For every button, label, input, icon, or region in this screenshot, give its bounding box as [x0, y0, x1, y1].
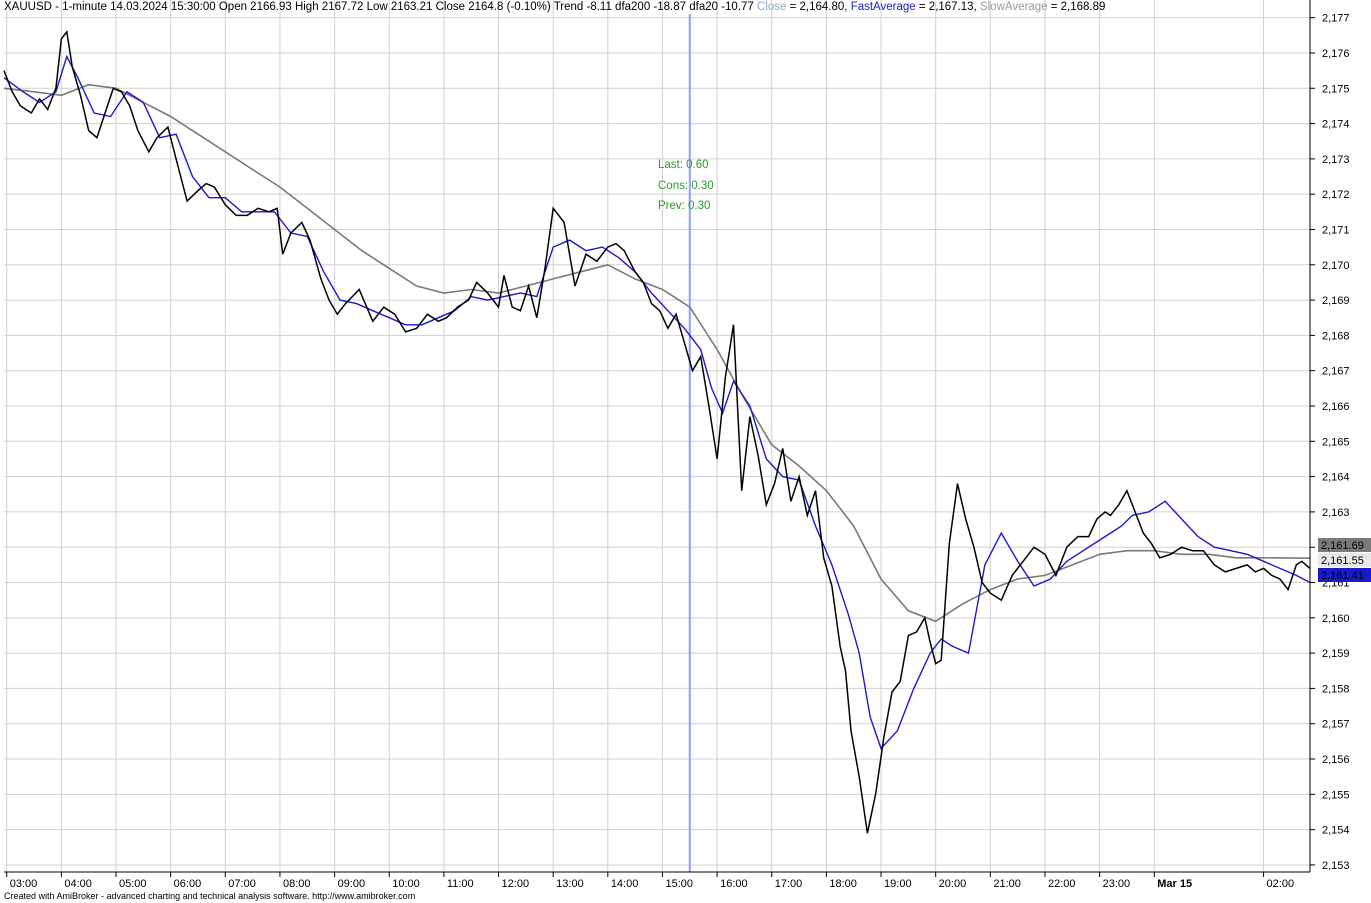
annotation-last: Last: 0.60: [658, 159, 709, 171]
y-tick-label: 2,160: [1322, 613, 1350, 625]
time-axis[interactable]: 03:00 04:00 05:00 06:00 07:00 08:00 09:00 10:00…: [6, 872, 1295, 890]
fast-average-line: [3, 54, 1311, 750]
x-tick-label: 12:00: [502, 878, 530, 890]
plot-frame: [4, 0, 1311, 873]
x-tick-label: 17:00: [775, 878, 803, 890]
x-tick-label: 21:00: [993, 878, 1021, 890]
y-tick-label: 2,174: [1322, 119, 1350, 131]
y-tick-label: 2,166: [1322, 401, 1350, 413]
y-tick-label: 2,175: [1322, 83, 1350, 95]
price-chart[interactable]: 2,177 2,176 2,175 2,174 2,173 2,172 2,171 2,170…: [0, 0, 1371, 903]
x-tick-label: 05:00: [119, 878, 147, 890]
last-value-label: 2,161.41: [1321, 570, 1364, 582]
y-tick-label: 2,155: [1322, 789, 1350, 801]
y-tick-label: 2,170: [1322, 260, 1350, 272]
y-tick-label: 2,156: [1322, 754, 1350, 766]
x-tick-label: 04:00: [64, 878, 92, 890]
x-tick-label: 14:00: [611, 878, 639, 890]
y-tick-label: 2,157: [1322, 719, 1350, 731]
datetime-label: 14.03.2024 15:30:00: [110, 1, 216, 13]
last-value-marker: 2,161.41: [1318, 568, 1371, 582]
x-tick-label: 20:00: [939, 878, 967, 890]
fast-average-value: = 2,167.13,: [915, 1, 980, 13]
x-tick-label: 16:00: [720, 878, 748, 890]
fast-average-legend: FastAverage: [850, 1, 916, 13]
timeframe-label: 1-minute: [62, 1, 107, 13]
x-tick-label: 09:00: [338, 878, 366, 890]
y-tick-label: 2,158: [1322, 683, 1350, 695]
y-tick-label: 2,172: [1322, 189, 1350, 201]
last-value-marker: 2,161.69: [1318, 538, 1371, 552]
price-axis[interactable]: 2,177 2,176 2,175 2,174 2,173 2,172 2,171 2,170…: [1310, 13, 1350, 872]
y-tick-label: 2,171: [1322, 224, 1350, 236]
chart-header: XAUUSD - 1-minute 14.03.2024 15:30:00 Op…: [4, 1, 1105, 13]
x-tick-label: 10:00: [392, 878, 420, 890]
annotation-prev: Prev: 0.30: [658, 200, 711, 212]
slow-average-value: = 2,168.89: [1047, 1, 1106, 13]
slow-average-legend: SlowAverage: [979, 1, 1048, 13]
x-tick-label: 19:00: [884, 878, 912, 890]
x-tick-label: 13:00: [556, 878, 584, 890]
last-value-label: 2,161.55: [1321, 555, 1364, 567]
x-tick-label: 22:00: [1048, 878, 1076, 890]
y-tick-label: 2,163: [1322, 507, 1350, 519]
annotation-cons: Cons: 0.30: [658, 180, 714, 192]
y-tick-label: 2,159: [1322, 648, 1350, 660]
y-tick-label: 2,165: [1322, 436, 1350, 448]
last-value-marker: 2,161.55: [1318, 553, 1371, 567]
y-tick-label: 2,176: [1322, 48, 1350, 60]
y-tick-label: 2,164: [1322, 472, 1350, 484]
x-tick-label: 11:00: [447, 878, 474, 890]
x-tick-label: 23:00: [1103, 878, 1131, 890]
x-tick-label: 03:00: [10, 878, 38, 890]
x-tick-label: Mar 15: [1157, 878, 1192, 890]
close-legend-value: = 2,164.80,: [786, 1, 851, 13]
y-tick-label: 2,154: [1322, 825, 1350, 837]
y-tick-label: 2,169: [1322, 295, 1350, 307]
last-value-label: 2,161.69: [1321, 540, 1364, 552]
x-tick-label: 18:00: [829, 878, 857, 890]
close-price-line: [3, 29, 1311, 834]
x-tick-label: 06:00: [174, 878, 202, 890]
y-tick-label: 2,173: [1322, 154, 1350, 166]
footer-credit: Created with AmiBroker - advanced charti…: [4, 891, 416, 901]
x-tick-label: 15:00: [665, 878, 693, 890]
chart-grid: [4, 0, 1310, 872]
y-tick-label: 2,153: [1322, 860, 1350, 872]
last-value-markers: 2,161.69 2,161.55 2,161.41: [1318, 538, 1371, 582]
y-tick-label: 2,177: [1322, 13, 1350, 25]
x-tick-label: 07:00: [228, 878, 256, 890]
slow-average-line: [3, 83, 1311, 623]
symbol-label: XAUUSD: [4, 1, 52, 13]
ohlc-label: Open 2166.93 High 2167.72 Low 2163.21 Cl…: [218, 1, 551, 13]
y-tick-label: 2,168: [1322, 330, 1350, 342]
close-legend: Close: [757, 1, 787, 13]
x-tick-label: 08:00: [283, 878, 311, 890]
header-sep: -: [51, 1, 63, 13]
x-tick-label: 02:00: [1267, 878, 1295, 890]
y-tick-label: 2,167: [1322, 366, 1350, 378]
trend-label: Trend -8.11 dfa200 -18.87 dfa20 -10.77: [553, 1, 754, 13]
